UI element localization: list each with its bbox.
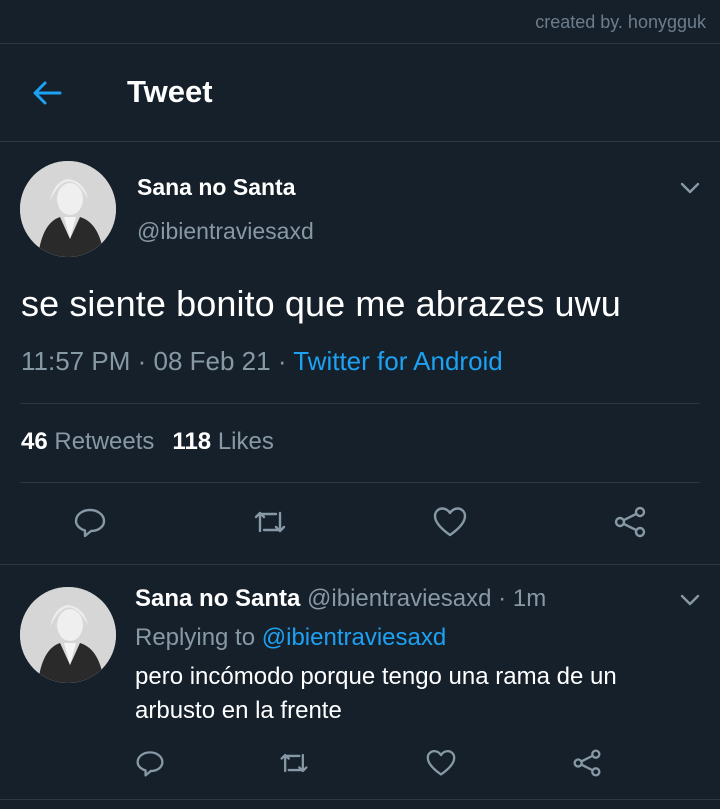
tweet-text: se siente bonito que me abrazes uwu	[21, 283, 621, 324]
reply-share-button[interactable]	[567, 743, 607, 783]
reply-icon	[136, 751, 164, 777]
likes-stat[interactable]: 118 Likes	[172, 428, 273, 455]
tweet-time: 11:57 PM	[21, 346, 131, 376]
tweet-source-link[interactable]: Twitter for Android	[293, 346, 503, 376]
like-count: 118	[172, 428, 212, 455]
retweet-icon	[280, 753, 308, 773]
avatar-photo-icon	[20, 161, 116, 257]
replying-label: Replying to	[135, 624, 256, 651]
avatar[interactable]	[20, 161, 116, 257]
divider	[20, 403, 700, 404]
back-arrow-icon	[33, 81, 62, 105]
reply-menu-button[interactable]	[678, 588, 702, 612]
replying-to: Replying to @ibientraviesaxd	[135, 624, 446, 652]
retweet-count: 46	[21, 428, 48, 455]
avatar-photo-icon	[20, 587, 116, 683]
likes-label: Likes	[217, 428, 274, 455]
share-icon	[573, 749, 601, 777]
chevron-down-icon	[680, 594, 700, 606]
retweet-button[interactable]	[250, 502, 290, 542]
share-icon	[614, 506, 646, 538]
tweet-meta: 11:57 PM · 08 Feb 21 · Twitter for Andro…	[21, 346, 503, 377]
meta-separator: ·	[498, 585, 507, 612]
section-divider	[0, 564, 720, 565]
credit-text: created by. honygguk	[535, 12, 706, 32]
like-icon	[426, 749, 456, 776]
retweets-label: Retweets	[54, 428, 155, 455]
retweets-stat[interactable]: 46 Retweets	[21, 428, 154, 455]
replying-handle-link[interactable]: @ibientraviesaxd	[262, 624, 446, 651]
divider	[20, 482, 700, 483]
reply-like-button[interactable]	[421, 743, 461, 783]
section-divider	[0, 799, 720, 800]
like-icon	[433, 507, 467, 537]
retweet-icon	[254, 511, 286, 533]
reply-header: Sana no Santa @ibientraviesaxd · 1m	[135, 585, 546, 613]
reply-avatar[interactable]	[20, 587, 116, 683]
page-title: Tweet	[127, 74, 213, 109]
tweet-menu-button[interactable]	[678, 176, 702, 200]
tweet-stats: 46 Retweets 118 Likes	[21, 428, 274, 456]
reply-author-handle[interactable]: @ibientraviesaxd	[307, 585, 491, 612]
author-handle[interactable]: @ibientraviesaxd	[137, 218, 314, 245]
meta-separator: ·	[277, 346, 294, 376]
reply-text: pero incómodo porque tengo una rama de u…	[135, 663, 617, 724]
reply-age: 1m	[512, 585, 547, 612]
author-name[interactable]: Sana no Santa	[137, 174, 295, 201]
share-button[interactable]	[610, 502, 650, 542]
reply-icon	[74, 508, 106, 538]
header: Tweet	[0, 44, 720, 142]
meta-separator: ·	[137, 346, 154, 376]
reply-author-name[interactable]: Sana no Santa	[135, 585, 300, 612]
chevron-down-icon	[680, 182, 700, 194]
reply-retweet-button[interactable]	[274, 743, 314, 783]
tweet-date: 08 Feb 21	[153, 346, 271, 376]
like-button[interactable]	[430, 502, 470, 542]
reply-button[interactable]	[70, 502, 110, 542]
back-button[interactable]	[30, 76, 64, 110]
reply-reply-button[interactable]	[130, 743, 170, 783]
